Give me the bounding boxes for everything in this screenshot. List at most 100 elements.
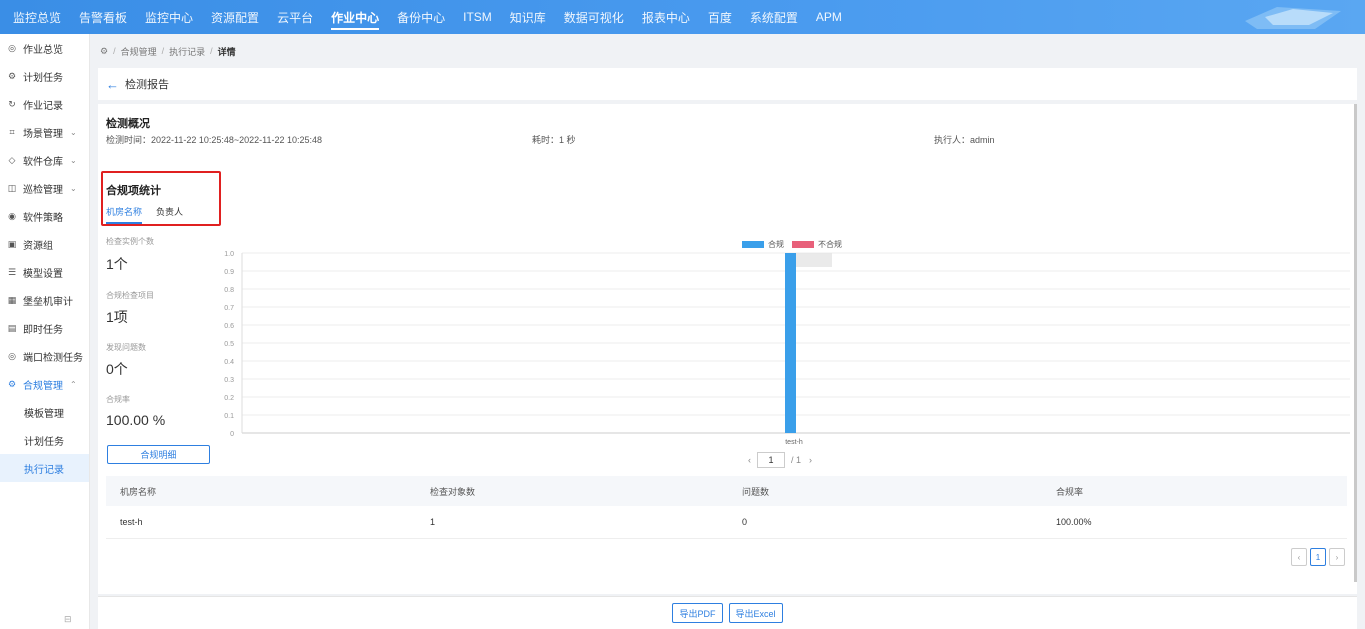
cell-target-count: 1	[430, 517, 436, 527]
chart-page-input[interactable]: 1	[757, 452, 785, 468]
sidebar-item-label: 端口检测任务	[23, 352, 83, 364]
sidebar-item-12[interactable]: ⚙ 合规管理 ⌃	[0, 370, 89, 398]
table-prev-icon[interactable]: ‹	[1291, 548, 1307, 566]
sidebar-item-10[interactable]: ▤ 即时任务	[0, 314, 89, 342]
topnav-item-11[interactable]: 百度	[699, 0, 741, 34]
audit-icon: ▦	[7, 294, 17, 305]
stats-tabs: 机房名称 负责人	[106, 205, 197, 224]
sidebar-item-8[interactable]: ☰ 模型设置	[0, 258, 89, 286]
sidebar-item-11[interactable]: ◎ 端口检测任务	[0, 342, 89, 370]
sidebar-item-9[interactable]: ▦ 堡垒机审计	[0, 286, 89, 314]
kpi-label-instances: 检查实例个数	[106, 237, 154, 246]
gear-icon[interactable]: ⚙	[100, 46, 108, 57]
brand-decoration-icon	[1245, 7, 1341, 29]
kpi-value-issues: 0个	[106, 361, 128, 377]
y-tick-label: 0.2	[224, 395, 234, 402]
policy-icon: ◉	[8, 210, 16, 221]
y-tick-label: 0.1	[224, 413, 234, 420]
chart-page-total: / 1	[791, 455, 802, 465]
breadcrumb-compliance[interactable]: 合规管理	[121, 45, 157, 58]
chevron-icon: ⌄	[70, 127, 77, 137]
top-nav-menu: 监控总览 告警看板 监控中心 资源配置 云平台 作业中心 备份中心 ITSM 知识库 数据可视化报…	[0, 0, 851, 34]
topnav-item-9[interactable]: 数据可视化	[555, 0, 633, 34]
sidebar-item-3[interactable]: ⌗ 场景管理 ⌄	[0, 118, 89, 146]
compliance-icon: ⚙	[7, 378, 17, 389]
sidebar-item-5[interactable]: ◫ 巡检管理 ⌄	[0, 174, 89, 202]
sidebar-item-4[interactable]: ◇ 软件仓库 ⌄	[0, 146, 89, 174]
sidebar-item-label: 软件策略	[23, 212, 63, 224]
sidebar-item-label: 软件仓库	[23, 156, 63, 168]
table-page-1[interactable]: 1	[1310, 548, 1326, 566]
cell-room-name: test-h	[120, 517, 143, 527]
y-tick-label: 0.4	[224, 359, 234, 366]
cell-issue-count: 0	[742, 517, 748, 527]
sidebar-subitem-1[interactable]: 计划任务	[0, 426, 89, 454]
chevron-icon: ⌄	[70, 155, 77, 165]
topnav-item-4[interactable]: 云平台	[268, 0, 322, 34]
breadcrumb-current: 详情	[217, 46, 236, 57]
col-issue-count: 问题数	[742, 486, 770, 497]
sidebar-item-0[interactable]: ◎ 作业总览	[0, 34, 89, 62]
sidebar-item-1[interactable]: ⚙ 计划任务	[0, 62, 89, 90]
sidebar-item-label: 作业记录	[23, 100, 63, 112]
topnav-item-10[interactable]: 报表中心	[633, 0, 699, 34]
col-room-name: 机房名称	[120, 486, 157, 497]
chart-next-icon[interactable]: ›	[809, 455, 812, 465]
topnav-item-7[interactable]: ITSM	[454, 0, 501, 34]
history-icon: ↻	[8, 98, 16, 109]
scrollbar[interactable]	[1354, 104, 1357, 582]
instant-task-icon: ▤	[7, 322, 17, 333]
chevron-icon: ⌄	[70, 183, 77, 193]
tab-owner[interactable]: 负责人	[156, 205, 183, 224]
sidebar-item-2[interactable]: ↻ 作业记录	[0, 90, 89, 118]
sidebar-item-6[interactable]: ◉ 软件策略	[0, 202, 89, 230]
overview-duration: 耗时：1 秒	[532, 135, 576, 145]
y-tick-label: 0.6	[224, 323, 234, 330]
export-excel-button[interactable]: 导出Excel	[728, 603, 783, 623]
topnav-item-2[interactable]: 监控中心	[136, 0, 202, 34]
topnav-item-13[interactable]: APM	[807, 0, 851, 34]
sidebar-subitem-0[interactable]: 模板管理	[0, 398, 89, 426]
sidebar-item-label: 合规管理	[23, 380, 63, 392]
chart-prev-icon[interactable]: ‹	[748, 455, 751, 465]
tab-room-name[interactable]: 机房名称	[106, 205, 143, 224]
resource-group-icon: ▣	[7, 238, 17, 249]
sidebar-item-7[interactable]: ▣ 资源组	[0, 230, 89, 258]
dashboard-icon: ◎	[8, 42, 16, 53]
breadcrumb-exec-records[interactable]: 执行记录	[169, 45, 205, 58]
collapse-sidebar-icon[interactable]: ⊟	[64, 614, 72, 625]
compliance-detail-button[interactable]: 合规明细	[107, 445, 210, 464]
sidebar-subitem-2[interactable]: 执行记录	[0, 454, 89, 482]
breadcrumb: ⚙ / 合规管理 / 执行记录 / 详情	[90, 34, 1365, 68]
back-arrow-icon[interactable]: ←	[106, 77, 119, 92]
page-title: 检测报告	[125, 79, 169, 91]
col-target-count: 检查对象数	[430, 486, 476, 497]
topnav-item-0[interactable]: 监控总览	[4, 0, 70, 34]
table-next-icon[interactable]: ›	[1329, 548, 1345, 566]
kpi-value-instances: 1个	[106, 256, 128, 272]
topnav-item-3[interactable]: 资源配置	[202, 0, 268, 34]
x-tick-label: test-h	[785, 439, 803, 446]
table-header: 机房名称 检查对象数 问题数 合规率	[106, 476, 1347, 506]
port-check-icon: ◎	[8, 350, 16, 361]
y-tick-label: 1.0	[224, 251, 234, 258]
topnav-item-8[interactable]: 知识库	[501, 0, 555, 34]
sidebar-item-label: 模型设置	[23, 268, 63, 280]
inspect-icon: ◫	[7, 182, 17, 193]
topnav-item-12[interactable]: 系统配置	[741, 0, 807, 34]
stats-title: 合规项统计	[106, 185, 161, 197]
overview-title: 检测概况	[106, 118, 150, 130]
table-row[interactable]: test-h 1 0 100.00%	[106, 506, 1347, 539]
overview-time: 检测时间：2022-11-22 10:25:48~2022-11-22 10:2…	[106, 135, 323, 145]
sidebar: ◎ 作业总览 ⚙ 计划任务 ↻ 作业记录 ⌗ 场景管理 ⌄ ◇ 软件仓库 ⌄ ◫ 巡检管理 ⌄ ◉ 软件策略 ▣ 资…	[0, 34, 90, 629]
topnav-item-6[interactable]: 备份中心	[388, 0, 454, 34]
topnav-item-5[interactable]: 作业中心	[322, 0, 388, 34]
y-tick-label: 0	[230, 431, 234, 438]
export-pdf-button[interactable]: 导出PDF	[672, 603, 723, 623]
bar-hover-highlight	[796, 253, 832, 267]
kpi-label-items: 合规检查项目	[106, 291, 154, 300]
cell-compliance-rate: 100.00%	[1056, 517, 1092, 527]
sidebar-item-label: 作业总览	[23, 44, 63, 56]
topnav-item-1[interactable]: 告警看板	[70, 0, 136, 34]
y-tick-label: 0.7	[224, 305, 234, 312]
